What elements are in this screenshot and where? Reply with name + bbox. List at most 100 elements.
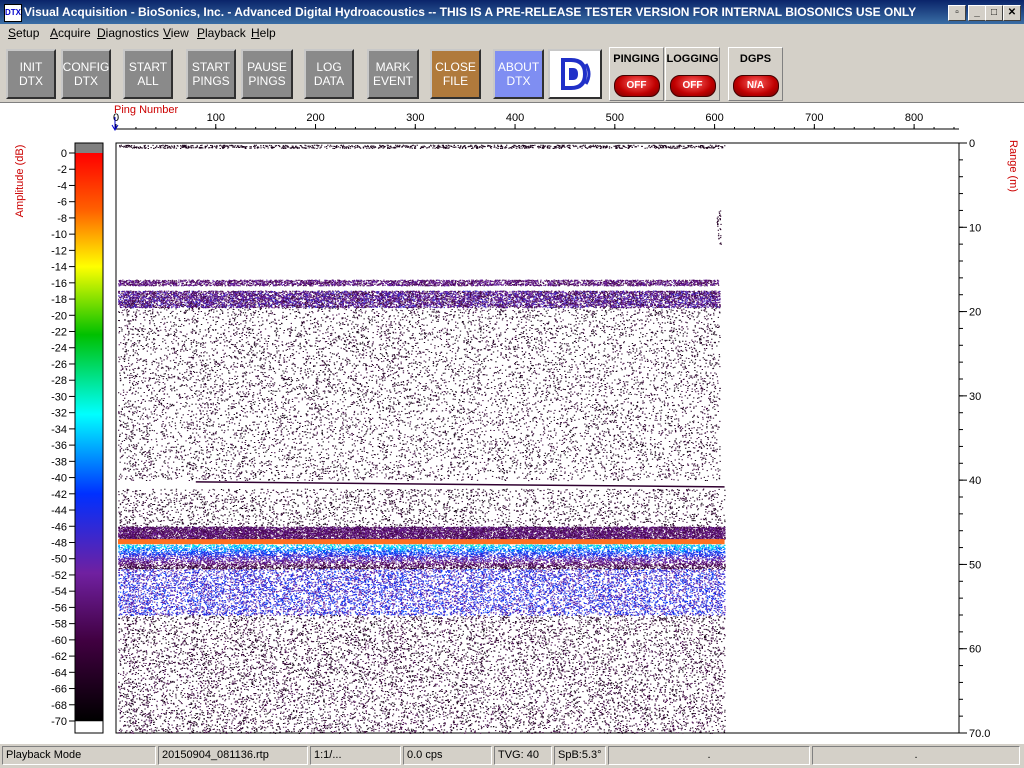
y-axis-tick-label: 70.0 <box>969 728 990 740</box>
colorbar-tick-label: -6 <box>57 197 67 209</box>
minimize-icon[interactable]: _ <box>968 5 986 21</box>
bottom-echo-core-points <box>531 544 533 546</box>
maximize-icon[interactable]: □ <box>985 5 1003 21</box>
start-pings-button[interactable]: START PINGS <box>186 49 236 99</box>
colorbar-tick-label: -18 <box>51 294 67 306</box>
bottom-echo-core-points <box>659 544 661 546</box>
surface-layer-top-points <box>550 284 552 286</box>
pause-pings-button[interactable]: PAUSE PINGS <box>241 49 293 99</box>
bottom-echo-core-points <box>229 544 231 546</box>
bottom-echo-peak <box>118 539 725 545</box>
start-all-button[interactable]: START ALL <box>123 49 173 99</box>
start-pings-label: START PINGS <box>191 60 231 88</box>
close-file-label: CLOSE FILE <box>435 60 476 88</box>
colorbar-tick-label: -36 <box>51 440 67 452</box>
bottom-echo-core-points <box>486 544 488 546</box>
biosonics-logo-icon <box>561 58 591 90</box>
colorbar-tick-label: -8 <box>57 213 67 225</box>
app-icon[interactable]: DTX <box>4 4 22 22</box>
pinging-label: PINGING <box>613 53 660 65</box>
init-dtx-button[interactable]: INIT DTX <box>6 49 56 99</box>
start-all-label: START ALL <box>128 60 168 88</box>
menu-bar: Setup Acquire Diagnostics View Playback … <box>0 24 1024 42</box>
bottom-echo-core-points <box>330 544 332 546</box>
bottom-echo-core-points <box>472 544 474 546</box>
colorbar-tick-label: -46 <box>51 521 67 533</box>
config-dtx-label: CONFIG DTX <box>62 60 110 88</box>
y-axis-tick-label: 60 <box>969 644 981 656</box>
colorbar-tick-label: -16 <box>51 278 67 290</box>
colorbar-tick-label: -2 <box>57 164 67 176</box>
status-spb: SpB:5.3° <box>554 746 606 765</box>
y-axis: 0 10 20 30 40 50 60 70.0 <box>959 138 990 740</box>
colorbar-tick-label: -28 <box>51 375 67 387</box>
biosonics-logo-button[interactable] <box>548 49 602 99</box>
bottom-echo-core-points <box>272 544 275 546</box>
x-axis: 0 100 200 300 400 500 600 700 800Ping Number <box>111 104 959 131</box>
menu-diagnostics[interactable]: Diagnostics <box>97 26 159 40</box>
surface-layer-top-points <box>584 283 586 285</box>
echogram-chart[interactable]: 0 -2 -4 -6 -8 -10 -12 -14 -16 -18 -20 -22 -24 -26 -28 -… <box>0 103 1024 744</box>
bottom-echo-core-points <box>313 544 316 546</box>
colorbar-tick-label: -68 <box>51 700 67 712</box>
x-axis-tick-label: 400 <box>506 112 524 124</box>
window-title: Visual Acquisition - BioSonics, Inc. - A… <box>24 5 917 19</box>
config-dtx-button[interactable]: CONFIG DTX <box>61 49 111 99</box>
colorbar-tick-label: -24 <box>51 343 67 355</box>
colorbar-tick-label: 0 <box>61 148 67 160</box>
colorbar-tick-label: -54 <box>51 586 67 598</box>
y-axis-tick-label: 50 <box>969 559 981 571</box>
close-file-button[interactable]: CLOSE FILE <box>430 49 481 99</box>
colorbar-tick-label: -32 <box>51 408 67 420</box>
x-axis-tick-label: 200 <box>306 112 324 124</box>
bottom-echo-tail-points <box>130 595 132 597</box>
menu-view[interactable]: View <box>163 26 189 40</box>
menu-playback[interactable]: Playback <box>197 26 246 40</box>
bottom-echo-core-points <box>298 559 300 561</box>
log-data-label: LOG DATA <box>313 60 345 88</box>
mark-event-button[interactable]: MARK EVENT <box>367 49 419 99</box>
bottom-echo-core-points <box>143 544 145 546</box>
x-axis-tick-label: 800 <box>905 112 923 124</box>
colorbar-tick-label: -40 <box>51 473 67 485</box>
colorbar-tick-label: -52 <box>51 570 67 582</box>
colorbar-tick-label: -70 <box>51 716 67 728</box>
init-dtx-label: INIT DTX <box>19 60 43 88</box>
bottom-echo-core-points <box>172 544 174 546</box>
bottom-echo-core-points <box>326 544 328 546</box>
pause-pings-label: PAUSE PINGS <box>247 60 287 88</box>
menu-acquire[interactable]: Acquire <box>50 26 91 40</box>
title-bar: DTX Visual Acquisition - BioSonics, Inc.… <box>0 0 1024 24</box>
x-axis-tick-label: 700 <box>805 112 823 124</box>
colorbar-tick-label: -62 <box>51 651 67 663</box>
dgps-label: DGPS <box>739 53 772 65</box>
restore-icon[interactable]: ▫ <box>948 5 966 21</box>
x-axis-tick-label: 500 <box>606 112 624 124</box>
logging-label: LOGGING <box>666 53 719 65</box>
colorbar-tick-label: -66 <box>51 684 67 696</box>
pinging-state: OFF <box>613 75 660 97</box>
bottom-echo-core-points <box>627 544 629 546</box>
colorbar-tick-label: -60 <box>51 635 67 647</box>
colorbar-tick-label: -10 <box>51 229 67 241</box>
status-extra-2: . <box>812 746 1020 765</box>
logging-indicator: LOGGING OFF <box>665 47 720 101</box>
dgps-state: N/A <box>732 75 779 97</box>
bottom-echo-core-points <box>593 546 595 548</box>
log-data-button[interactable]: LOG DATA <box>304 49 354 99</box>
x-axis-tick-label: 100 <box>207 112 225 124</box>
status-ratio: 1:1/... <box>310 746 401 765</box>
echogram-panel[interactable]: 0 -2 -4 -6 -8 -10 -12 -14 -16 -18 -20 -22 -24 -26 -28 -… <box>0 103 1024 744</box>
colorbar-gradient-bar <box>75 153 103 721</box>
bottom-echo-core-points <box>523 545 525 547</box>
colorbar-tick-label: -42 <box>51 489 67 501</box>
menu-help[interactable]: Help <box>251 26 276 40</box>
y-axis-tick-label: 20 <box>969 307 981 319</box>
close-icon[interactable]: ✕ <box>1003 5 1021 21</box>
menu-setup[interactable]: Setup <box>8 26 39 40</box>
pinging-indicator: PINGING OFF <box>609 47 664 101</box>
about-dtx-button[interactable]: ABOUT DTX <box>493 49 544 99</box>
status-extra-1: . <box>608 746 810 765</box>
bottom-echo-core-points <box>556 568 558 569</box>
status-mode: Playback Mode <box>2 746 156 765</box>
